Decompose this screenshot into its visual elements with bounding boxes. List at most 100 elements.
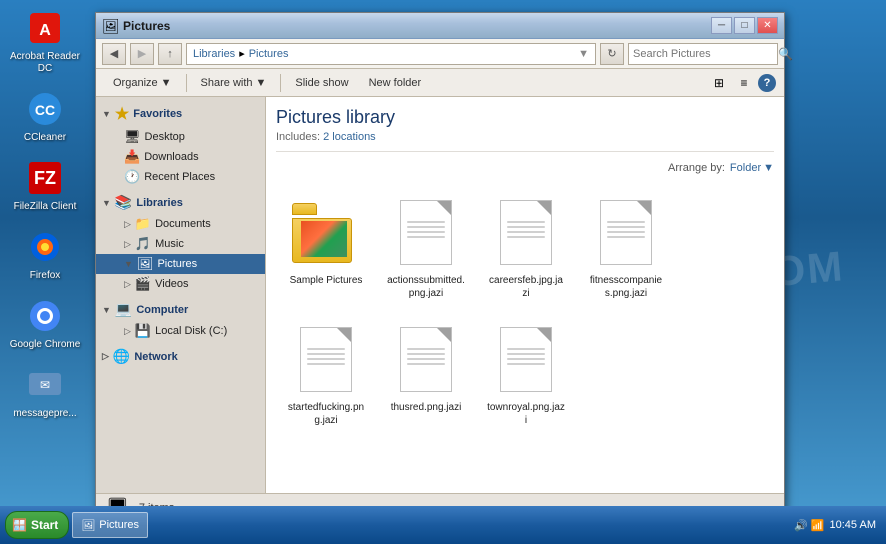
- sidebar-item-local-disk[interactable]: ▷ 💾 Local Disk (C:): [96, 321, 265, 341]
- doc-body-0: [400, 200, 452, 265]
- address-dropdown-icon[interactable]: ▼: [578, 48, 589, 60]
- organize-button[interactable]: Organize ▼: [104, 72, 181, 94]
- computer-expand-icon: ▼: [102, 305, 111, 315]
- sidebar: ▼ ★ Favorites 🖥 Desktop 📥 Downloads 🕐: [96, 97, 266, 493]
- sidebar-item-desktop[interactable]: 🖥 Desktop: [96, 127, 265, 147]
- search-icon[interactable]: 🔍: [778, 47, 793, 61]
- minimize-button[interactable]: ─: [711, 17, 732, 34]
- firefox-label: Firefox: [30, 270, 61, 282]
- desktop-icon-messagepre[interactable]: ✉ messagepre...: [5, 362, 85, 423]
- file-item-0[interactable]: actionssubmitted.png.jazi: [381, 189, 471, 306]
- arrange-by-label: Arrange by:: [668, 162, 725, 174]
- filezilla-icon: FZ: [25, 158, 65, 198]
- svg-text:CC: CC: [35, 102, 55, 118]
- local-disk-icon: 💾: [135, 323, 151, 339]
- doc-fold-2: [537, 201, 551, 215]
- forward-button[interactable]: ▶: [130, 43, 154, 65]
- network-icon-sidebar: 🌐: [113, 348, 130, 365]
- organize-dropdown-icon: ▼: [161, 77, 172, 89]
- address-field[interactable]: Libraries ▸ Pictures ▼: [186, 43, 596, 65]
- sidebar-item-music[interactable]: ▷ 🎵 Music: [96, 234, 265, 254]
- sidebar-item-recent-places[interactable]: 🕐 Recent Places: [96, 167, 265, 187]
- file-item-sample-pictures[interactable]: Sample Pictures: [281, 189, 371, 306]
- file-item-5[interactable]: thusred.png.jazi: [381, 316, 471, 433]
- music-expand-icon: ▷: [124, 239, 131, 250]
- sidebar-network-header[interactable]: ▷ 🌐 Network: [96, 345, 265, 368]
- sidebar-item-videos[interactable]: ▷ 🎬 Videos: [96, 274, 265, 294]
- sidebar-computer-header[interactable]: ▼ 💻 Computer: [96, 298, 265, 321]
- doc-icon-3: [600, 200, 652, 265]
- libraries-icon: 📚: [115, 194, 132, 211]
- maximize-button[interactable]: □: [734, 17, 755, 34]
- file-name-sample-pictures: Sample Pictures: [290, 274, 363, 287]
- start-button[interactable]: 🪟 Start: [5, 511, 69, 539]
- file-item-6[interactable]: townroyal.png.jazi: [481, 316, 571, 433]
- title-bar: 🖼 Pictures ─ □ ✕: [96, 13, 784, 39]
- new-folder-label: New folder: [369, 77, 422, 89]
- content-area: Pictures library Includes: 2 locations A…: [266, 97, 784, 493]
- doc-fold-5: [437, 328, 451, 342]
- taskbar-task-label: Pictures: [99, 519, 139, 531]
- desktop-icon-sidebar: 🖥: [124, 129, 141, 145]
- doc-fold-0: [437, 201, 451, 215]
- doc-body-3: [600, 200, 652, 265]
- search-input[interactable]: [633, 48, 775, 60]
- sidebar-item-pictures[interactable]: ▼ 🖼 Pictures: [96, 254, 265, 274]
- arrange-value[interactable]: Folder ▼: [730, 162, 774, 174]
- arrange-bar: Arrange by: Folder ▼: [276, 162, 774, 174]
- file-item-2[interactable]: careersfeb.jpg.jazi: [481, 189, 571, 306]
- file-item-3[interactable]: fitnesscompanies.png.jazi: [581, 189, 671, 306]
- favorites-star-icon: ★: [115, 104, 129, 124]
- desktop-icon-firefox[interactable]: Firefox: [5, 224, 85, 285]
- slide-show-button[interactable]: Slide show: [286, 72, 357, 94]
- back-button[interactable]: ◀: [102, 43, 126, 65]
- file-name-2: careersfeb.jpg.jazi: [487, 274, 565, 300]
- address-crumb-libraries[interactable]: Libraries: [193, 48, 235, 60]
- taskbar-task-pictures[interactable]: 🖼 Pictures: [72, 512, 148, 538]
- sidebar-item-documents[interactable]: ▷ 📁 Documents: [96, 214, 265, 234]
- file-name-5: thusred.png.jazi: [391, 401, 462, 414]
- file-name-3: fitnesscompanies.png.jazi: [587, 274, 665, 300]
- folder-back: [292, 218, 352, 263]
- address-crumb-pictures[interactable]: Pictures: [249, 48, 289, 60]
- help-button[interactable]: ?: [758, 74, 776, 92]
- svg-text:FZ: FZ: [34, 168, 56, 188]
- sidebar-libraries-header[interactable]: ▼ 📚 Libraries: [96, 191, 265, 214]
- search-box: 🔍: [628, 43, 778, 65]
- libraries-label: Libraries: [136, 197, 182, 209]
- includes-label: Includes:: [276, 131, 320, 143]
- close-button[interactable]: ✕: [757, 17, 778, 34]
- address-bar: ◀ ▶ ↑ Libraries ▸ Pictures ▼ ↻ 🔍: [96, 39, 784, 69]
- sidebar-item-downloads[interactable]: 📥 Downloads: [96, 147, 265, 167]
- messagepre-label: messagepre...: [13, 408, 76, 420]
- network-expand-icon: ▷: [102, 351, 109, 362]
- view-extra-button[interactable]: ⊞: [708, 72, 730, 94]
- up-button[interactable]: ↑: [158, 43, 182, 65]
- includes-count-link[interactable]: 2 locations: [323, 131, 376, 143]
- doc-lines-5: [407, 348, 445, 368]
- doc-icon-0: [400, 200, 452, 265]
- acrobat-label: Acrobat Reader DC: [8, 51, 82, 75]
- taskbar: 🪟 Start 🖼 Pictures 🔊 📶 10:45 AM: [0, 506, 886, 544]
- filezilla-label: FileZilla Client: [14, 201, 77, 213]
- desktop-icon-chrome[interactable]: Google Chrome: [5, 293, 85, 354]
- file-grid: Sample Pictures: [276, 184, 774, 438]
- view-details-button[interactable]: ≡: [733, 72, 755, 94]
- desktop-icon-filezilla[interactable]: FZ FileZilla Client: [5, 155, 85, 216]
- sidebar-music-label: Music: [155, 238, 184, 250]
- share-with-button[interactable]: Share with ▼: [192, 72, 276, 94]
- sidebar-network-label: Network: [134, 351, 177, 363]
- firefox-icon: [25, 227, 65, 267]
- doc-lines-0: [407, 221, 445, 241]
- slide-show-label: Slide show: [295, 77, 348, 89]
- file-icon-3: [592, 195, 660, 270]
- desktop-icon-acrobat[interactable]: A Acrobat Reader DC: [5, 5, 85, 78]
- sample-pictures-icon-container: [292, 195, 360, 270]
- refresh-button[interactable]: ↻: [600, 43, 624, 65]
- sidebar-favorites-header[interactable]: ▼ ★ Favorites: [96, 101, 265, 127]
- svg-text:A: A: [39, 22, 51, 39]
- videos-folder-icon: 🎬: [135, 276, 151, 292]
- file-item-4[interactable]: startedfucking.png.jazi: [281, 316, 371, 433]
- desktop-icon-ccleaner[interactable]: CC CCleaner: [5, 86, 85, 147]
- new-folder-button[interactable]: New folder: [360, 72, 431, 94]
